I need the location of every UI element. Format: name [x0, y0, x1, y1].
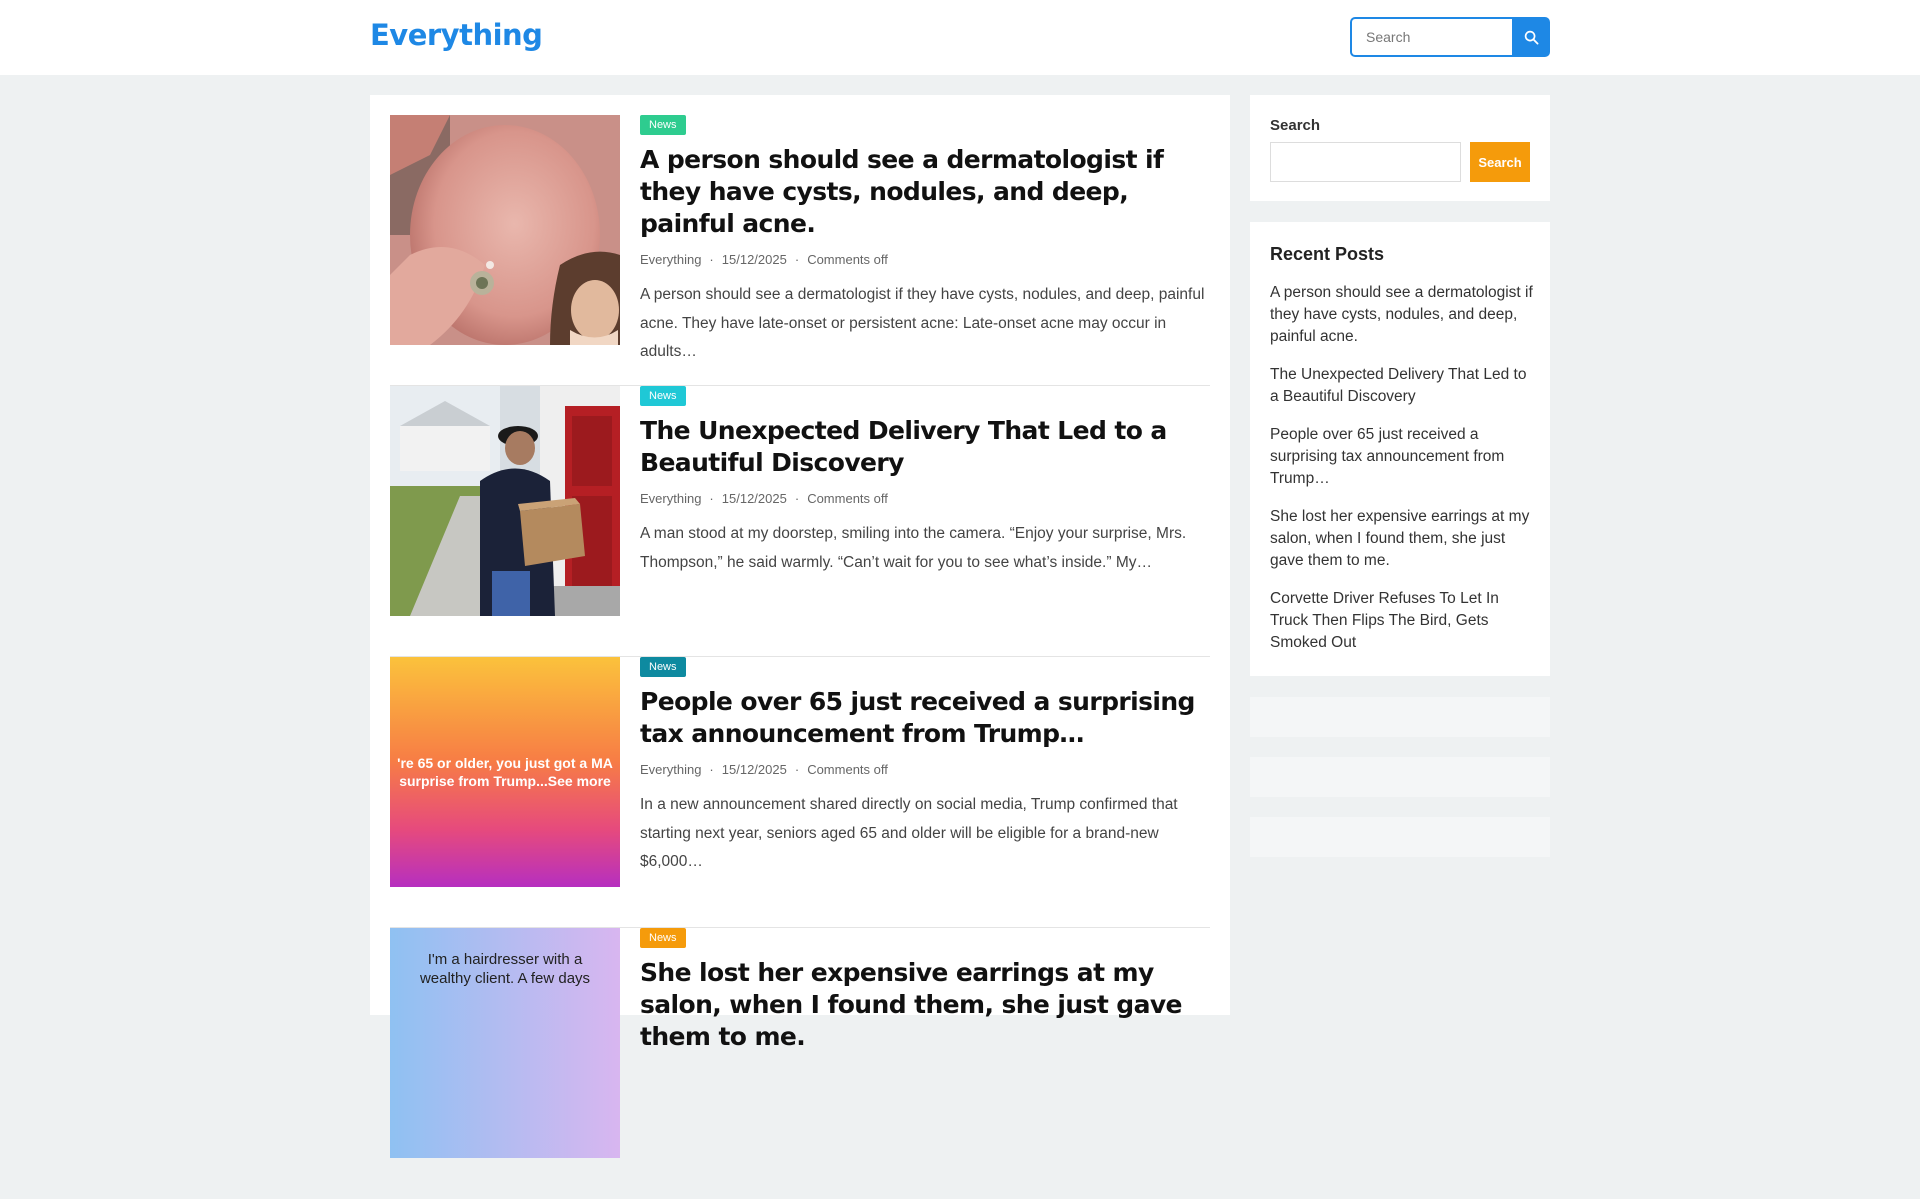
- post-item: I'm a hairdresser with a wealthy client.…: [390, 928, 1210, 1199]
- sidebar-placeholder-block: [1250, 697, 1550, 737]
- post-meta: Everything · 15/12/2025 · Comments off: [640, 252, 888, 267]
- sidebar-search-label: Search: [1270, 117, 1321, 134]
- category-badge[interactable]: News: [640, 657, 686, 677]
- post-date[interactable]: 15/12/2025: [722, 252, 787, 267]
- post-title[interactable]: The Unexpected Delivery That Led to a Be…: [640, 415, 1210, 479]
- post-comments: Comments off: [807, 762, 888, 777]
- sidebar-placeholder-block: [1250, 817, 1550, 857]
- recent-post-link[interactable]: A person should see a dermatologist if t…: [1270, 282, 1535, 348]
- post-excerpt: A person should see a dermatologist if t…: [640, 286, 1205, 360]
- category-badge[interactable]: News: [640, 928, 686, 948]
- post-meta: Everything · 15/12/2025 · Comments off: [640, 762, 888, 777]
- post-excerpt: A man stood at my doorstep, smiling into…: [640, 525, 1187, 571]
- post-body: News The Unexpected Delivery That Led to…: [640, 386, 1210, 577]
- post-title[interactable]: She lost her expensive earrings at my sa…: [640, 957, 1210, 1053]
- post-excerpt: In a new announcement shared directly on…: [640, 796, 1178, 870]
- post-comments: Comments off: [807, 252, 888, 267]
- post-thumbnail[interactable]: [390, 115, 620, 345]
- recent-post-link[interactable]: Corvette Driver Refuses To Let In Truck …: [1270, 588, 1535, 654]
- post-comments: Comments off: [807, 491, 888, 506]
- post-list: News A person should see a dermatologist…: [370, 95, 1230, 1158]
- post-author[interactable]: Everything: [640, 491, 701, 506]
- category-badge[interactable]: News: [640, 386, 686, 406]
- post-thumbnail[interactable]: I'm a hairdresser with a wealthy client.…: [390, 928, 620, 1158]
- post-item: News The Unexpected Delivery That Led to…: [390, 386, 1210, 657]
- search-icon: [1524, 30, 1538, 44]
- recent-post-link[interactable]: The Unexpected Delivery That Led to a Be…: [1270, 364, 1535, 408]
- sidebar-placeholder-block: [1250, 757, 1550, 797]
- post-item: 're 65 or older, you just got a MA surpr…: [390, 657, 1210, 928]
- recent-posts-list: A person should see a dermatologist if t…: [1270, 282, 1535, 670]
- post-title[interactable]: People over 65 just received a surprisin…: [640, 686, 1210, 750]
- recent-posts-widget: Recent Posts A person should see a derma…: [1250, 222, 1550, 676]
- site-header: Everything: [0, 0, 1920, 75]
- post-body: News People over 65 just received a surp…: [640, 657, 1210, 877]
- sidebar-search-widget: Search Search: [1250, 95, 1550, 201]
- post-meta: Everything · 15/12/2025 · Comments off: [640, 491, 888, 506]
- post-thumbnail[interactable]: [390, 386, 620, 616]
- post-author[interactable]: Everything: [640, 252, 701, 267]
- recent-posts-title: Recent Posts: [1270, 244, 1385, 264]
- thumbnail-caption: I'm a hairdresser with a wealthy client.…: [419, 951, 591, 987]
- header-search-input[interactable]: [1350, 17, 1514, 57]
- sidebar-search-button[interactable]: Search: [1470, 142, 1530, 182]
- site-title[interactable]: Everything: [370, 18, 543, 52]
- thumbnail-caption: 're 65 or older, you just got a MA surpr…: [397, 755, 613, 789]
- category-badge[interactable]: News: [640, 115, 686, 135]
- header-search: [1350, 17, 1550, 57]
- sidebar-search-input[interactable]: [1270, 142, 1461, 182]
- post-title[interactable]: A person should see a dermatologist if t…: [640, 144, 1210, 240]
- post-author[interactable]: Everything: [640, 762, 701, 777]
- recent-post-link[interactable]: People over 65 just received a surprisin…: [1270, 424, 1535, 490]
- post-thumbnail[interactable]: 're 65 or older, you just got a MA surpr…: [390, 657, 620, 887]
- recent-post-link[interactable]: She lost her expensive earrings at my sa…: [1270, 506, 1535, 572]
- post-body: News She lost her expensive earrings at …: [640, 928, 1210, 1053]
- post-date[interactable]: 15/12/2025: [722, 762, 787, 777]
- header-search-button[interactable]: [1512, 17, 1550, 57]
- post-body: News A person should see a dermatologist…: [640, 115, 1210, 367]
- post-date[interactable]: 15/12/2025: [722, 491, 787, 506]
- post-item: News A person should see a dermatologist…: [390, 115, 1210, 386]
